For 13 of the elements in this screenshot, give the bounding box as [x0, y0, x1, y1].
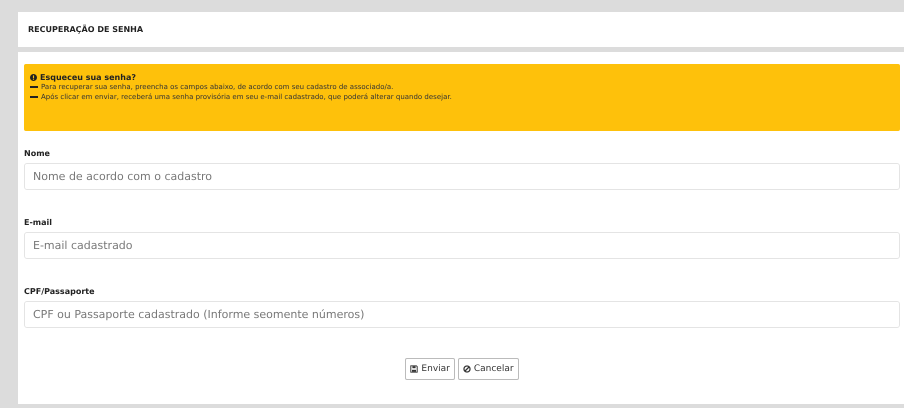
- save-icon: [410, 365, 418, 373]
- input-field[interactable]: E-mail cadastrado: [24, 232, 900, 259]
- field-label: Nome: [24, 149, 51, 158]
- info-icon: [30, 74, 37, 80]
- page-title: RECUPERAÇÃO DE SENHA: [28, 25, 144, 34]
- submit-button[interactable]: Enviar: [405, 358, 455, 380]
- field-label: E-mail: [24, 218, 54, 227]
- cancel-button[interactable]: Cancelar: [458, 358, 519, 380]
- input-field[interactable]: CPF ou Passaporte cadastrado (Informe seomente números): [24, 301, 900, 328]
- field-label: CPF/Passaporte: [24, 287, 96, 296]
- alert-title: Esqueceu sua senha?: [40, 72, 136, 82]
- cancel-icon: [462, 365, 471, 373]
- input-field[interactable]: Nome de acordo com o cadastro: [24, 163, 900, 190]
